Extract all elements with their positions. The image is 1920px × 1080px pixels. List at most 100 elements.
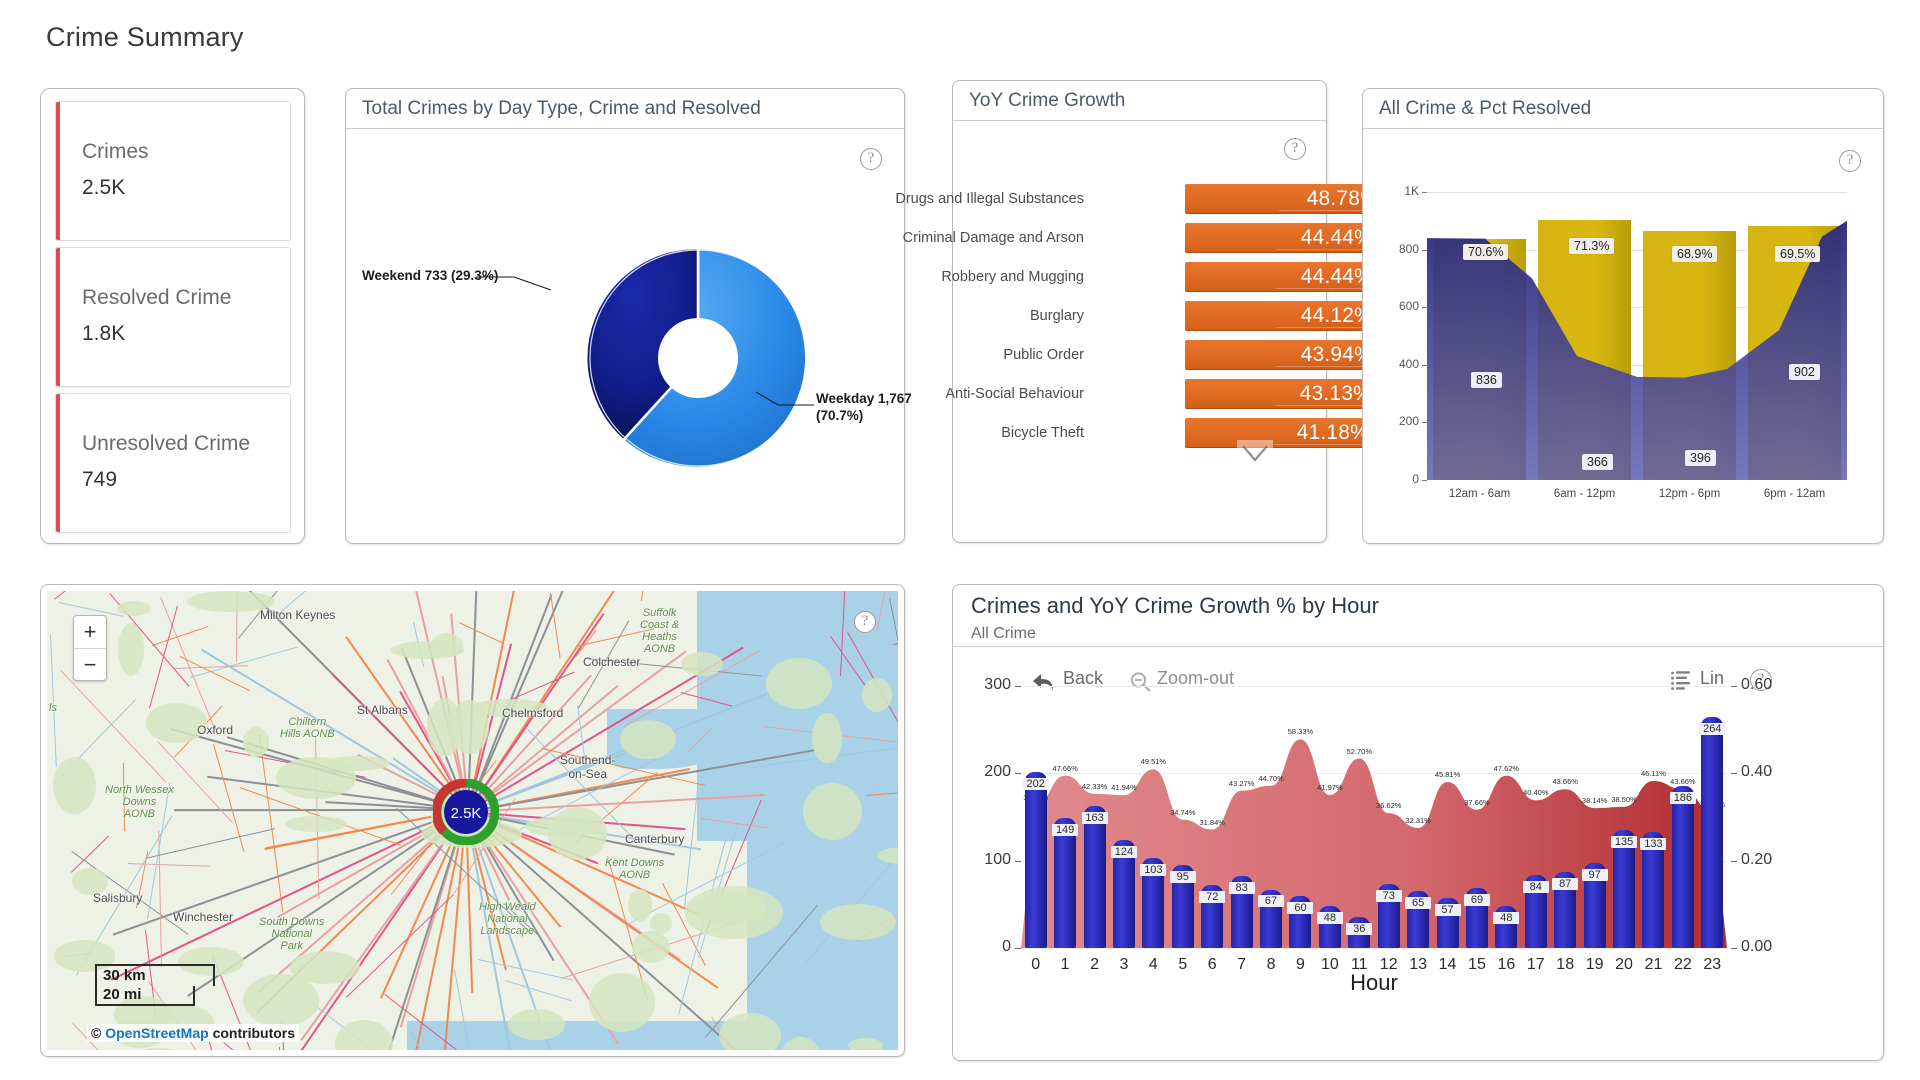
- hour-bar-label: 36: [1346, 922, 1373, 935]
- map-road: [174, 809, 467, 812]
- data-label: 902: [1789, 364, 1820, 380]
- hour-bar-label: 48: [1316, 912, 1343, 925]
- map-marker-value: 2.5K: [451, 805, 482, 822]
- map-canvas[interactable]: Milton Keynes Oxford St Albans Chelmsford Co…: [47, 591, 898, 1050]
- hour-bar-label: 95: [1169, 871, 1196, 884]
- yoy-bar[interactable]: 44.44%: [1185, 223, 1383, 253]
- map-scale-km: 30 km: [95, 964, 215, 986]
- growth-pct-label: 47.66%: [1052, 763, 1078, 773]
- map-place-label: Chiltern Hills AONB: [280, 716, 335, 740]
- yoy-bar[interactable]: 43.94%: [1185, 340, 1383, 370]
- attribution-suffix: contributors: [208, 1025, 296, 1041]
- hour-bar-label: 163: [1081, 811, 1108, 824]
- yoy-bar[interactable]: 41.18%: [1185, 418, 1379, 448]
- map-road: [504, 979, 573, 1002]
- map-place-label: South Downs National Park: [259, 916, 325, 952]
- hour-bar-label: 103: [1140, 864, 1167, 877]
- yoy-bar[interactable]: 48.78%: [1185, 184, 1389, 214]
- map-scale-bar: 30 km 20 mi: [95, 964, 215, 1006]
- map-attribution: © OpenStreetMap contributors: [87, 1024, 300, 1042]
- hour-bar-label: 67: [1258, 895, 1285, 908]
- all-crime-pct-resolved-card: All Crime & Pct Resolved ? 0 200 400 600 800…: [1362, 88, 1884, 544]
- growth-pct-label: 42.33%: [1081, 781, 1108, 791]
- map-road: [223, 1042, 292, 1050]
- kpi-card: Crimes 2.5K Resolved Crime 1.8K Unresolv…: [40, 88, 305, 544]
- axis-tick-mark: [1731, 686, 1737, 687]
- map-green-area: [632, 930, 671, 963]
- help-circle-icon[interactable]: ?: [1284, 138, 1306, 160]
- map-zoom-control[interactable]: + −: [73, 615, 107, 681]
- hourly-x-axis-title: Hour: [1350, 970, 1398, 995]
- kpi-crimes[interactable]: Crimes 2.5K: [55, 101, 291, 241]
- map-place-label: Canterbury: [625, 832, 685, 846]
- yoy-bar-row[interactable]: Criminal Damage and Arson 44.44%: [903, 223, 1383, 253]
- card-title: Total Crimes by Day Type, Crime and Reso…: [346, 89, 904, 129]
- zoom-in-button[interactable]: +: [74, 616, 106, 649]
- growth-pct-label: 44.70%: [1258, 773, 1284, 783]
- hourly-chart-body: Back Zoom-out Lin ? 0 100 200 300 0.00 0.20 0…: [953, 648, 1883, 1060]
- map-green-area: [507, 1008, 565, 1040]
- growth-pct-label: 40.40%: [1523, 788, 1549, 798]
- hour-bar[interactable]: [1083, 805, 1106, 948]
- help-circle-icon[interactable]: ?: [1839, 150, 1861, 172]
- yoy-bar-row[interactable]: Public Order 43.94%: [953, 340, 1383, 370]
- hour-bar-label: 84: [1522, 880, 1549, 893]
- axis-tick-mark: [1731, 948, 1737, 949]
- callout-weekday-line2: (70.7%): [816, 407, 864, 423]
- help-circle-icon[interactable]: ?: [860, 148, 882, 170]
- crime-map-card[interactable]: Milton Keynes Oxford St Albans Chelmsford Co…: [40, 584, 905, 1057]
- kpi-unresolved-crime[interactable]: Unresolved Crime 749: [55, 393, 291, 533]
- map-water: [407, 1021, 747, 1050]
- map-green-area: [548, 807, 607, 861]
- card-title: All Crime & Pct Resolved: [1363, 89, 1883, 129]
- card-subtitle: All Crime: [971, 625, 1036, 642]
- yoy-bar[interactable]: 43.13%: [1185, 379, 1382, 409]
- kpi-resolved-crime[interactable]: Resolved Crime 1.8K: [55, 247, 291, 387]
- kpi-label: Crimes: [82, 140, 149, 163]
- yoy-bar-row[interactable]: Drugs and Illegal Substances 48.78%: [895, 184, 1389, 214]
- right-axis-tick: 0.60: [1741, 676, 1773, 693]
- data-label: 366: [1582, 454, 1613, 470]
- x-axis-tick: 6pm - 12am: [1763, 488, 1826, 500]
- map-green-area: [448, 699, 489, 754]
- map-green-area: [802, 782, 862, 841]
- map-green-area: [766, 658, 832, 710]
- axis-tick-mark: [1422, 480, 1427, 481]
- yoy-crime-growth-card: YoY Crime Growth ? Drugs and Illegal Sub…: [895, 80, 1389, 543]
- hour-bar[interactable]: [1701, 717, 1724, 948]
- data-label: 836: [1471, 372, 1502, 388]
- donut-chart-body: ? Weekend 733 (29.3%) Weekday 1,767 (70.…: [346, 130, 912, 543]
- hour-bar[interactable]: [1054, 817, 1077, 948]
- yoy-bar[interactable]: 44.12%: [1185, 301, 1383, 331]
- yoy-bar[interactable]: 44.44%: [1185, 262, 1383, 292]
- hourly-plot[interactable]: 39.11%47.66%42.33%41.94%49.51%34.74%31.8…: [1021, 686, 1727, 949]
- growth-pct-label: 43.66%: [1670, 777, 1696, 787]
- map-road: [640, 591, 664, 602]
- yoy-bar-row[interactable]: Anti-Social Behaviour 43.13%: [945, 379, 1382, 409]
- hour-bar-label: 72: [1199, 891, 1226, 904]
- hour-bar[interactable]: [1671, 785, 1694, 948]
- yoy-bar-row[interactable]: Robbery and Mugging 44.44%: [941, 262, 1383, 292]
- all-crime-plot[interactable]: 70.6% 71.3% 68.9% 69.5% 836 366 396 902: [1427, 192, 1847, 480]
- map-place-label: Chelmsford: [502, 706, 564, 720]
- map-green-area: [811, 712, 843, 763]
- map-donut-marker[interactable]: 2.5K: [433, 779, 499, 845]
- map-green-area: [848, 1038, 884, 1050]
- map-green-area: [820, 903, 897, 940]
- yoy-bar-row[interactable]: Burglary 44.12%: [953, 301, 1383, 331]
- hour-bar-label: 60: [1287, 901, 1314, 914]
- y-axis-tick: 1K: [1404, 184, 1419, 198]
- hour-bar[interactable]: [1024, 771, 1047, 948]
- hour-bar-label: 133: [1640, 837, 1667, 850]
- growth-pct-label: 38.14%: [1581, 796, 1608, 806]
- zoom-out-button[interactable]: −: [74, 649, 106, 682]
- openstreetmap-link[interactable]: OpenStreetMap: [105, 1025, 208, 1041]
- hour-bar-label: 97: [1581, 869, 1608, 882]
- data-label: 71.3%: [1569, 238, 1615, 254]
- yoy-category-label: Criminal Damage and Arson: [902, 230, 1084, 246]
- help-circle-icon[interactable]: ?: [854, 611, 876, 633]
- map-green-area: [243, 727, 269, 758]
- donut-chart[interactable]: [582, 242, 814, 474]
- growth-pct-label: 47.62%: [1493, 763, 1520, 773]
- data-label: 68.9%: [1672, 246, 1718, 262]
